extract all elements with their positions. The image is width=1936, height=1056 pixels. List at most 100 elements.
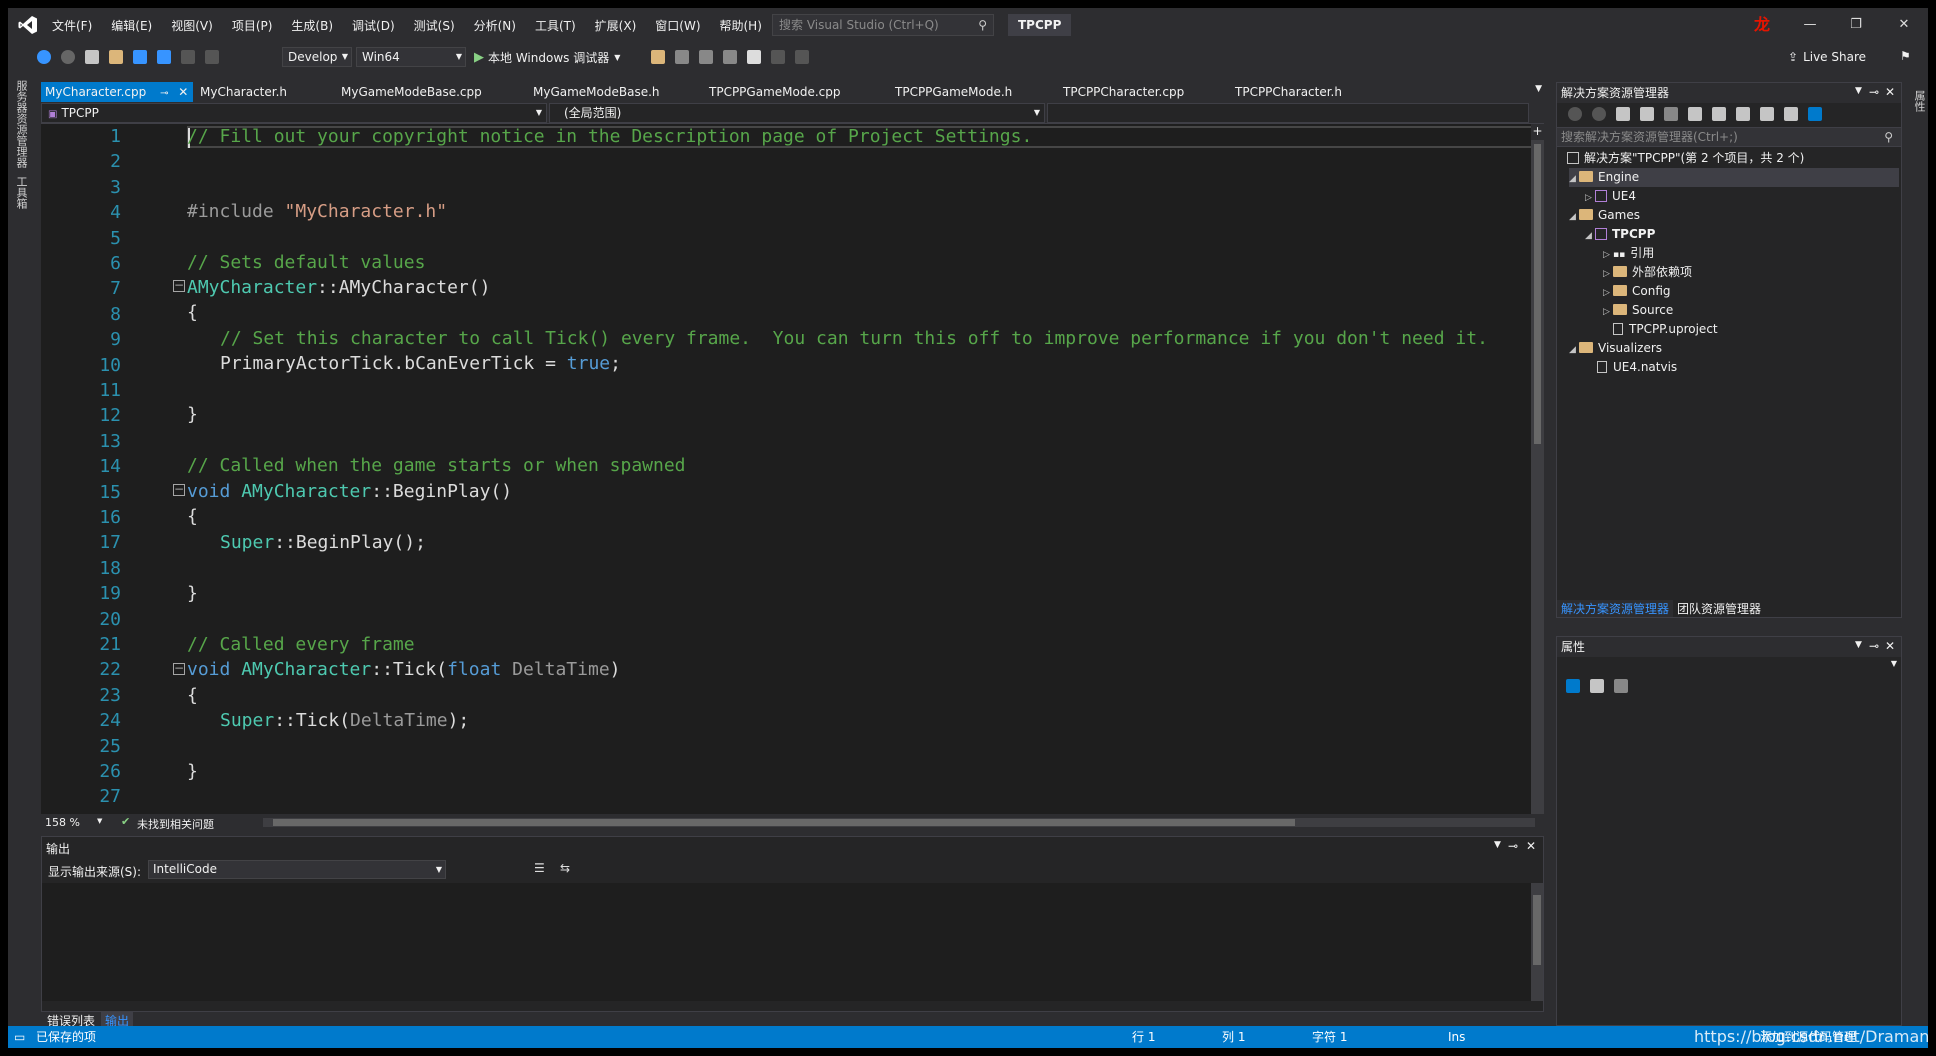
bookmark-prev-icon[interactable] bbox=[771, 50, 785, 64]
scope-select[interactable]: (全局范围) ▼ bbox=[549, 103, 1045, 123]
minimize-button[interactable]: — bbox=[1798, 14, 1822, 36]
code-editor[interactable]: 1 2 3 4 5 6 7 8 9 10 11 12 13 14 15 16 17 18 19 20 21 22 23 24 2… bbox=[41, 124, 1531, 814]
tree-source[interactable]: ▷ Source bbox=[1603, 301, 1673, 320]
bookmark-next-icon[interactable] bbox=[795, 50, 809, 64]
user-avatar[interactable]: 龙 bbox=[1752, 14, 1772, 36]
fold-toggle-7[interactable]: − bbox=[173, 279, 185, 292]
prop-close-icon[interactable]: ✕ bbox=[1885, 639, 1895, 653]
hscroll-thumb[interactable] bbox=[273, 819, 1295, 826]
restore-button[interactable]: ❐ bbox=[1844, 14, 1868, 36]
prop-object-select[interactable]: ▼ bbox=[1557, 659, 1901, 677]
menu-build[interactable]: 生成(B) bbox=[291, 17, 333, 34]
output-text-area[interactable] bbox=[42, 883, 1531, 1001]
tree-solution-root[interactable]: 解决方案"TPCPP"(第 2 个项目，共 2 个) bbox=[1567, 149, 1804, 168]
se-back-icon[interactable] bbox=[1568, 107, 1582, 121]
toolbox-tab[interactable]: 工具箱 bbox=[13, 176, 29, 209]
menu-help[interactable]: 帮助(H) bbox=[720, 17, 762, 34]
output-wrap-icon[interactable]: ⇆ bbox=[560, 861, 570, 875]
project-select[interactable]: ▣ TPCPP ▼ bbox=[41, 103, 547, 123]
output-menu-icon[interactable]: ▼ bbox=[1494, 840, 1501, 850]
undo-icon[interactable] bbox=[181, 50, 195, 64]
menu-tools[interactable]: 工具(T) bbox=[535, 17, 576, 34]
tab-close-icon[interactable]: ✕ bbox=[178, 85, 188, 99]
split-editor-button[interactable]: + bbox=[1531, 124, 1544, 140]
tree-games[interactable]: ◢ Games bbox=[1569, 206, 1640, 225]
tree-tpcpp[interactable]: ◢ TPCPP bbox=[1585, 225, 1655, 244]
se-forward-icon[interactable] bbox=[1592, 107, 1606, 121]
config-select[interactable]: Develop ▼ bbox=[282, 47, 352, 67]
se-home-icon[interactable] bbox=[1616, 107, 1630, 121]
menu-edit[interactable]: 编辑(E) bbox=[111, 17, 152, 34]
step-icon[interactable] bbox=[675, 50, 689, 64]
close-button[interactable]: ✕ bbox=[1892, 14, 1916, 36]
editor-horizontal-scrollbar[interactable] bbox=[263, 818, 1535, 827]
menu-debug[interactable]: 调试(D) bbox=[352, 17, 395, 34]
menu-project[interactable]: 项目(P) bbox=[232, 17, 273, 34]
issues-status[interactable]: 未找到相关问题 bbox=[137, 816, 214, 832]
tab-overflow-icon[interactable]: ▼ bbox=[1535, 84, 1542, 94]
tree-references[interactable]: ▷ ▪▪ 引用 bbox=[1603, 244, 1654, 263]
scroll-thumb[interactable] bbox=[1534, 144, 1541, 444]
tree-ue4[interactable]: ▷ UE4 bbox=[1585, 187, 1636, 206]
tab-mycharacter-h[interactable]: MyCharacter.h bbox=[196, 82, 287, 102]
tree-engine[interactable]: ◢ Engine bbox=[1569, 168, 1899, 187]
save-icon[interactable] bbox=[133, 50, 147, 64]
se-menu-icon[interactable]: ▼ bbox=[1855, 86, 1862, 96]
search-input[interactable]: 搜索 Visual Studio (Ctrl+Q) ⚲ bbox=[772, 14, 994, 36]
redo-icon[interactable] bbox=[205, 50, 219, 64]
tab-tpcppcharacter-h[interactable]: TPCPPCharacter.h bbox=[1231, 82, 1342, 102]
tab-team-explorer[interactable]: 团队资源管理器 bbox=[1673, 600, 1765, 617]
output-scroll-thumb[interactable] bbox=[1533, 895, 1541, 965]
live-share-button[interactable]: ⇪ Live Share bbox=[1788, 50, 1866, 64]
menu-extensions[interactable]: 扩展(X) bbox=[595, 17, 637, 34]
output-close-icon[interactable]: ✕ bbox=[1526, 839, 1536, 853]
tab-tpcppgamemode-h[interactable]: TPCPPGameMode.h bbox=[891, 82, 1012, 102]
se-show-all-icon[interactable] bbox=[1736, 107, 1750, 121]
se-pending-icon[interactable] bbox=[1664, 107, 1678, 121]
se-properties-icon[interactable] bbox=[1784, 107, 1798, 121]
menu-window[interactable]: 窗口(W) bbox=[655, 17, 700, 34]
se-sync-icon[interactable] bbox=[1688, 107, 1702, 121]
member-select[interactable] bbox=[1047, 103, 1529, 123]
tree-external-deps[interactable]: ▷ 外部依赖项 bbox=[1603, 263, 1692, 282]
tab-mygamemodebase-cpp[interactable]: MyGameModeBase.cpp bbox=[337, 82, 482, 102]
se-collapse-icon[interactable] bbox=[1712, 107, 1726, 121]
indent-icon[interactable] bbox=[699, 50, 713, 64]
output-clear-icon[interactable]: ☰ bbox=[534, 861, 545, 875]
output-source-select[interactable]: IntelliCode ▼ bbox=[148, 860, 446, 879]
server-explorer-tab[interactable]: 服务器资源管理器 bbox=[13, 80, 29, 168]
se-switch-views-icon[interactable] bbox=[1640, 107, 1654, 121]
menu-analyze[interactable]: 分析(N) bbox=[474, 17, 516, 34]
se-code-icon[interactable] bbox=[1760, 107, 1774, 121]
platform-select[interactable]: Win64 ▼ bbox=[356, 47, 466, 67]
output-vertical-scrollbar[interactable] bbox=[1531, 883, 1543, 1001]
menu-test[interactable]: 测试(S) bbox=[414, 17, 455, 34]
bookmark-icon[interactable] bbox=[747, 50, 761, 64]
zoom-dropdown-icon[interactable]: ▼ bbox=[97, 817, 102, 825]
comment-icon[interactable] bbox=[723, 50, 737, 64]
se-close-icon[interactable]: ✕ bbox=[1885, 85, 1895, 99]
tab-mycharacter-cpp[interactable]: MyCharacter.cpp ⊸ ✕ bbox=[41, 82, 193, 102]
output-pin-icon[interactable]: ⊸ bbox=[1508, 839, 1518, 853]
tab-tpcppgamemode-cpp[interactable]: TPCPPGameMode.cpp bbox=[705, 82, 840, 102]
tab-tpcppcharacter-cpp[interactable]: TPCPPCharacter.cpp bbox=[1059, 82, 1184, 102]
prop-pin-icon[interactable]: ⊸ bbox=[1869, 639, 1879, 653]
property-pages-icon[interactable] bbox=[1614, 679, 1628, 693]
fold-toggle-22[interactable]: − bbox=[173, 662, 185, 675]
pin-icon[interactable]: ⊸ bbox=[160, 88, 168, 99]
menu-file[interactable]: 文件(F) bbox=[52, 17, 92, 34]
zoom-level[interactable]: 158 % bbox=[45, 816, 80, 829]
forward-icon[interactable] bbox=[61, 50, 75, 64]
tab-mygamemodebase-h[interactable]: MyGameModeBase.h bbox=[529, 82, 660, 102]
new-project-icon[interactable] bbox=[85, 50, 99, 64]
tree-uproject[interactable]: TPCPP.uproject bbox=[1613, 320, 1718, 339]
categorized-icon[interactable] bbox=[1566, 679, 1580, 693]
tab-solution-explorer[interactable]: 解决方案资源管理器 bbox=[1557, 599, 1674, 617]
fold-toggle-15[interactable]: − bbox=[173, 483, 185, 496]
tree-visualizers[interactable]: ◢ Visualizers bbox=[1569, 339, 1662, 358]
save-all-icon[interactable] bbox=[157, 50, 171, 64]
feedback-icon[interactable]: ⚑ bbox=[1900, 49, 1911, 63]
run-debugger-button[interactable]: ▶ 本地 Windows 调试器 ▼ bbox=[474, 49, 620, 66]
editor-vertical-scrollbar[interactable] bbox=[1531, 124, 1544, 814]
se-pin-icon[interactable]: ⊸ bbox=[1869, 85, 1879, 99]
